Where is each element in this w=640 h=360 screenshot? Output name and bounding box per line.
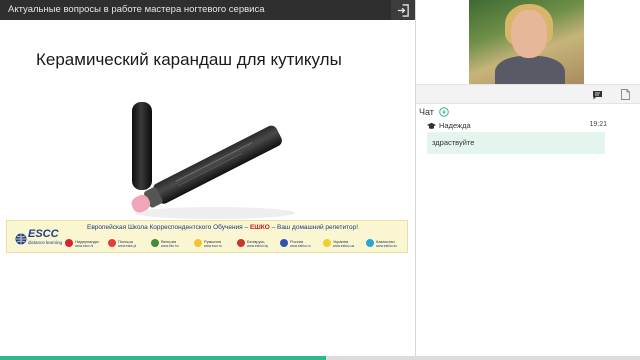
flag-icon [108,239,116,247]
flag-icon [65,239,73,247]
side-panel: Чат Надежда 19:21 здраствуйте [416,0,640,356]
message-text: здраствуйте [432,138,475,147]
country-url: www.eccr.ro [204,243,222,248]
country-item: Казахстан www.eshko.kz [366,236,405,250]
country-name: Нидерланды [75,238,99,244]
tab-files[interactable] [612,85,638,104]
flag-icon [280,239,288,247]
graduation-cap-icon [427,122,436,129]
flag-icon [194,239,202,247]
chat-message-header: Надежда 19:21 [427,121,607,131]
country-item: Россия www.eshko.ru [280,236,319,250]
chat-header: Чат [419,107,434,117]
slogan-brand: ЕШКО [249,224,270,231]
progress-fill [0,356,327,360]
country-item: Польша www.eskk.pl [108,236,147,250]
country-item: Румыния www.eccr.ro [194,236,233,250]
country-url: www.eskk.pl [118,243,137,248]
slogan-left: Европейская Школа Корреспондентского Обу… [87,224,249,231]
message-author: Надежда [439,121,471,130]
title-bar: Актуальные вопросы в работе мастера ногт… [0,0,415,20]
flag-icon [237,239,245,247]
presenter-face [511,10,547,58]
chat-message-bubble: здраствуйте [427,132,605,154]
document-icon [620,89,630,100]
country-name: Венгрия [161,238,177,244]
logo-text: ESCC [28,228,59,240]
escc-banner: ESCC distance learning Европейская Школа… [6,220,408,253]
country-item: Венгрия www.ekc.hu [151,236,190,250]
exit-icon [397,3,409,17]
exit-button[interactable] [391,0,415,20]
flag-icon [366,239,374,247]
country-url: www.eshko.ua [333,243,355,248]
info-circle-icon[interactable] [439,107,449,117]
panel-tabs [416,84,640,104]
playback-progress-bar[interactable] [0,356,640,360]
message-time: 19:21 [589,121,607,128]
country-url: www.eshko.kz [376,243,397,248]
globe-icon [15,233,27,245]
slide-title: Керамический карандаш для кутикулы [36,50,342,69]
country-url: www.eshko.by [247,243,269,248]
tab-chat[interactable] [584,85,610,104]
slogan-right: – Ваш домашний репетитор! [271,224,359,231]
presenter-video[interactable] [469,0,584,84]
window-title: Актуальные вопросы в работе мастера ногт… [8,4,265,15]
chat-bubble-icon [592,90,602,99]
country-name: Казахстан [376,238,395,244]
escc-logo: ESCC distance learning [15,225,63,249]
country-url: www.ekc.hu [161,243,179,248]
country-item: Нидерланды www.escc.nl [65,236,104,250]
presentation-slide: Керамический карандаш для кутикулы ESCC … [0,20,415,356]
country-url: www.eshko.ru [290,243,311,248]
country-name: Румыния [204,238,221,244]
country-url: www.escc.nl [75,243,94,248]
country-list: Нидерланды www.escc.nl Польша www.eskk.pl … [65,236,405,250]
banner-slogan: Европейская Школа Корреспондентского Обу… [87,224,358,231]
flag-icon [151,239,159,247]
logo-subtitle: distance learning [28,240,63,245]
cuticle-pencil-image [131,102,295,219]
country-item: Беларусь www.eshko.by [237,236,276,250]
presenter-shoulders [495,56,565,84]
flag-icon [323,239,331,247]
country-item: Украина www.eshko.ua [323,236,362,250]
